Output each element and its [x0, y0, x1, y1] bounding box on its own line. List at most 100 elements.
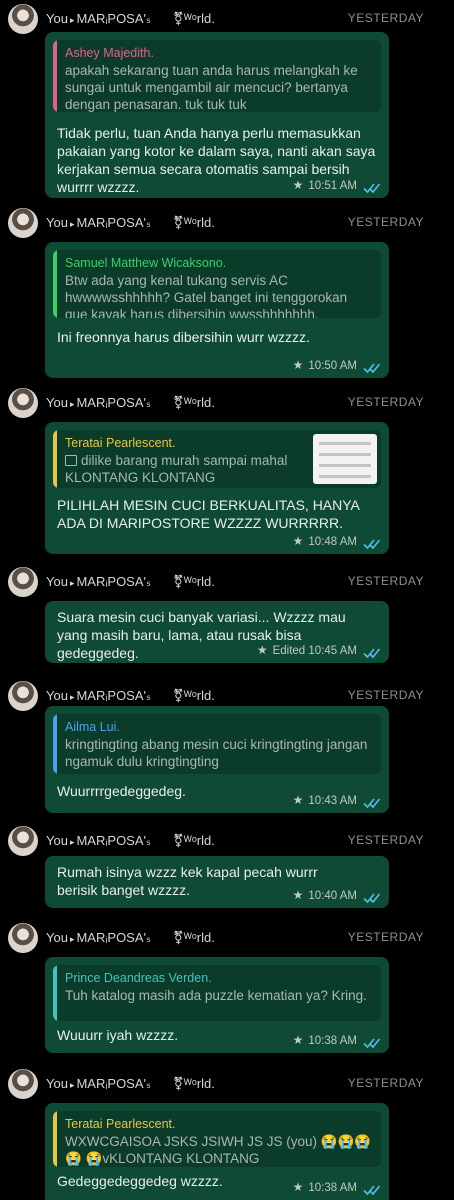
avatar[interactable]	[8, 388, 38, 418]
quote-text: WXWCGAISOA JSKS JSIWH JS JS (you) 😭😭😭😭 😭…	[65, 1134, 372, 1166]
post-date: YESTERDAY	[347, 833, 424, 847]
avatar[interactable]	[8, 681, 38, 711]
chat-name-suffix: ⚧ᵂᵒrld.	[172, 11, 215, 26]
forward-source[interactable]: You ▸ MARᵢPOSA'ₛ ⚧ᵂᵒrld.	[46, 574, 215, 590]
quoted-message[interactable]: Samuel Matthew Wicaksono. Btw ada yang k…	[53, 250, 381, 318]
post-date: YESTERDAY	[347, 215, 424, 229]
quote-text: kringtingting abang mesin cuci kringting…	[65, 737, 368, 769]
quote-text-content: dilike barang murah sampai mahal KLONTAN…	[65, 453, 288, 485]
quote-text: dilike barang murah sampai mahal KLONTAN…	[65, 452, 301, 486]
message-meta: ★ 10:48 AM	[292, 534, 381, 550]
sender-name: You	[46, 574, 68, 589]
quote-thumbnail	[313, 434, 377, 484]
message-meta: ★ 10:38 AM	[293, 1033, 381, 1049]
avatar[interactable]	[8, 4, 38, 34]
quote-author: Prince Deandreas Verden.	[65, 971, 212, 985]
quote-author: Teratai Pearlescent.	[65, 1117, 176, 1131]
arrow-right-icon: ▸	[69, 578, 75, 588]
arrow-right-icon: ▸	[69, 219, 75, 229]
chat-name-suffix: ⚧ᵂᵒrld.	[172, 215, 215, 230]
sender-name: You	[46, 930, 68, 945]
star-icon: ★	[292, 888, 304, 902]
quote-author: Ashey Majedith.	[65, 46, 154, 60]
quote-text: apakah sekarang tuan anda harus melangka…	[65, 63, 358, 112]
message-bubble[interactable]: Samuel Matthew Wicaksono. Btw ada yang k…	[45, 242, 389, 378]
sender-name: You	[46, 215, 68, 230]
star-icon: ★	[292, 1180, 304, 1194]
chat-name-suffix: ⚧ᵂᵒrld.	[172, 395, 215, 410]
quote-text: Tuh katalog masih ada puzzle kematian ya…	[65, 988, 367, 1003]
avatar[interactable]	[8, 567, 38, 597]
post-header: You ▸ MARᵢPOSA'ₛ ⚧ᵂᵒrld. YESTERDAY	[0, 1069, 454, 1099]
image-icon	[65, 455, 77, 466]
post-header: You ▸ MARᵢPOSA'ₛ ⚧ᵂᵒrld. YESTERDAY	[0, 208, 454, 238]
star-icon: ★	[292, 534, 304, 548]
post-header: You ▸ MARᵢPOSA'ₛ ⚧ᵂᵒrld. YESTERDAY	[0, 4, 454, 34]
message-time: 10:38 AM	[308, 1182, 357, 1194]
post-header: You ▸ MARᵢPOSA'ₛ ⚧ᵂᵒrld. YESTERDAY	[0, 388, 454, 418]
message-bubble[interactable]: Rumah isinya wzzz kek kapal pecah wurrr …	[45, 856, 389, 908]
post-date: YESTERDAY	[347, 930, 424, 944]
chat-name: MARᵢPOSA'ₛ	[76, 11, 151, 26]
quoted-message[interactable]: Teratai Pearlescent. WXWCGAISOA JSKS JSI…	[53, 1111, 381, 1167]
chat-name-suffix: ⚧ᵂᵒrld.	[172, 930, 215, 945]
quoted-message[interactable]: Ashey Majedith. apakah sekarang tuan and…	[53, 40, 381, 112]
quote-author: Ailma Lui.	[65, 720, 120, 734]
arrow-right-icon: ▸	[69, 837, 75, 847]
message-time: 10:40 AM	[308, 890, 357, 902]
double-check-icon	[363, 798, 381, 809]
message-meta: ★ Edited 10:45 AM	[257, 643, 381, 659]
post-header: You ▸ MARᵢPOSA'ₛ ⚧ᵂᵒrld. YESTERDAY	[0, 923, 454, 953]
message-bubble[interactable]: Ailma Lui. kringtingting abang mesin cuc…	[45, 706, 389, 813]
message-bubble[interactable]: Prince Deandreas Verden. Tuh katalog mas…	[45, 957, 389, 1053]
post-date: YESTERDAY	[347, 11, 424, 25]
sender-name: You	[46, 11, 68, 26]
chat-name: MARᵢPOSA'ₛ	[76, 833, 151, 848]
avatar[interactable]	[8, 826, 38, 856]
message-meta: ★ 10:43 AM	[293, 793, 381, 809]
message-time: 10:50 AM	[308, 360, 357, 372]
post-header: You ▸ MARᵢPOSA'ₛ ⚧ᵂᵒrld. YESTERDAY	[0, 826, 454, 856]
double-check-icon	[363, 183, 381, 194]
forward-source[interactable]: You ▸ MARᵢPOSA'ₛ ⚧ᵂᵒrld.	[46, 1076, 215, 1092]
chat-name: MARᵢPOSA'ₛ	[76, 215, 151, 230]
message-meta: ★ 10:50 AM	[292, 358, 381, 374]
quote-bar	[53, 40, 57, 112]
sender-name: You	[46, 833, 68, 848]
chat-name: MARᵢPOSA'ₛ	[76, 1076, 151, 1091]
chat-name: MARᵢPOSA'ₛ	[76, 395, 151, 410]
message-bubble[interactable]: Suara mesin cuci banyak variasi... Wzzzz…	[45, 601, 389, 663]
quote-bar	[53, 250, 57, 318]
arrow-right-icon: ▸	[69, 399, 75, 409]
avatar[interactable]	[8, 923, 38, 953]
double-check-icon	[363, 1185, 381, 1196]
quoted-message[interactable]: Prince Deandreas Verden. Tuh katalog mas…	[53, 965, 381, 1021]
forward-source[interactable]: You ▸ MARᵢPOSA'ₛ ⚧ᵂᵒrld.	[46, 833, 215, 849]
message-time: 10:48 AM	[308, 536, 357, 548]
avatar[interactable]	[8, 1069, 38, 1099]
forward-source[interactable]: You ▸ MARᵢPOSA'ₛ ⚧ᵂᵒrld.	[46, 930, 215, 946]
message-bubble[interactable]: Ashey Majedith. apakah sekarang tuan and…	[45, 32, 389, 198]
chat-name: MARᵢPOSA'ₛ	[76, 930, 151, 945]
forward-source[interactable]: You ▸ MARᵢPOSA'ₛ ⚧ᵂᵒrld.	[46, 215, 215, 231]
post-date: YESTERDAY	[347, 395, 424, 409]
post-date: YESTERDAY	[347, 574, 424, 588]
message-text: PILIHLAH MESIN CUCI BERKUALITAS, HANYA A…	[57, 497, 360, 531]
quote-author: Teratai Pearlescent.	[65, 436, 176, 450]
double-check-icon	[363, 893, 381, 904]
double-check-icon	[363, 1038, 381, 1049]
double-check-icon	[363, 539, 381, 550]
forward-source[interactable]: You ▸ MARᵢPOSA'ₛ ⚧ᵂᵒrld.	[46, 395, 215, 411]
edited-label: Edited	[272, 645, 306, 657]
quote-text: Btw ada yang kenal tukang servis AC hwww…	[65, 273, 348, 318]
message-bubble[interactable]: Teratai Pearlescent. WXWCGAISOA JSKS JSI…	[45, 1103, 389, 1200]
quoted-message[interactable]: Teratai Pearlescent. dilike barang murah…	[53, 430, 381, 488]
message-bubble[interactable]: Teratai Pearlescent. dilike barang murah…	[45, 422, 389, 554]
quoted-message[interactable]: Ailma Lui. kringtingting abang mesin cuc…	[53, 714, 381, 774]
forward-source[interactable]: You ▸ MARᵢPOSA'ₛ ⚧ᵂᵒrld.	[46, 688, 215, 704]
avatar[interactable]	[8, 208, 38, 238]
forward-source[interactable]: You ▸ MARᵢPOSA'ₛ ⚧ᵂᵒrld.	[46, 11, 215, 27]
star-icon: ★	[292, 358, 304, 372]
quote-bar	[53, 430, 57, 488]
post-date: YESTERDAY	[347, 688, 424, 702]
